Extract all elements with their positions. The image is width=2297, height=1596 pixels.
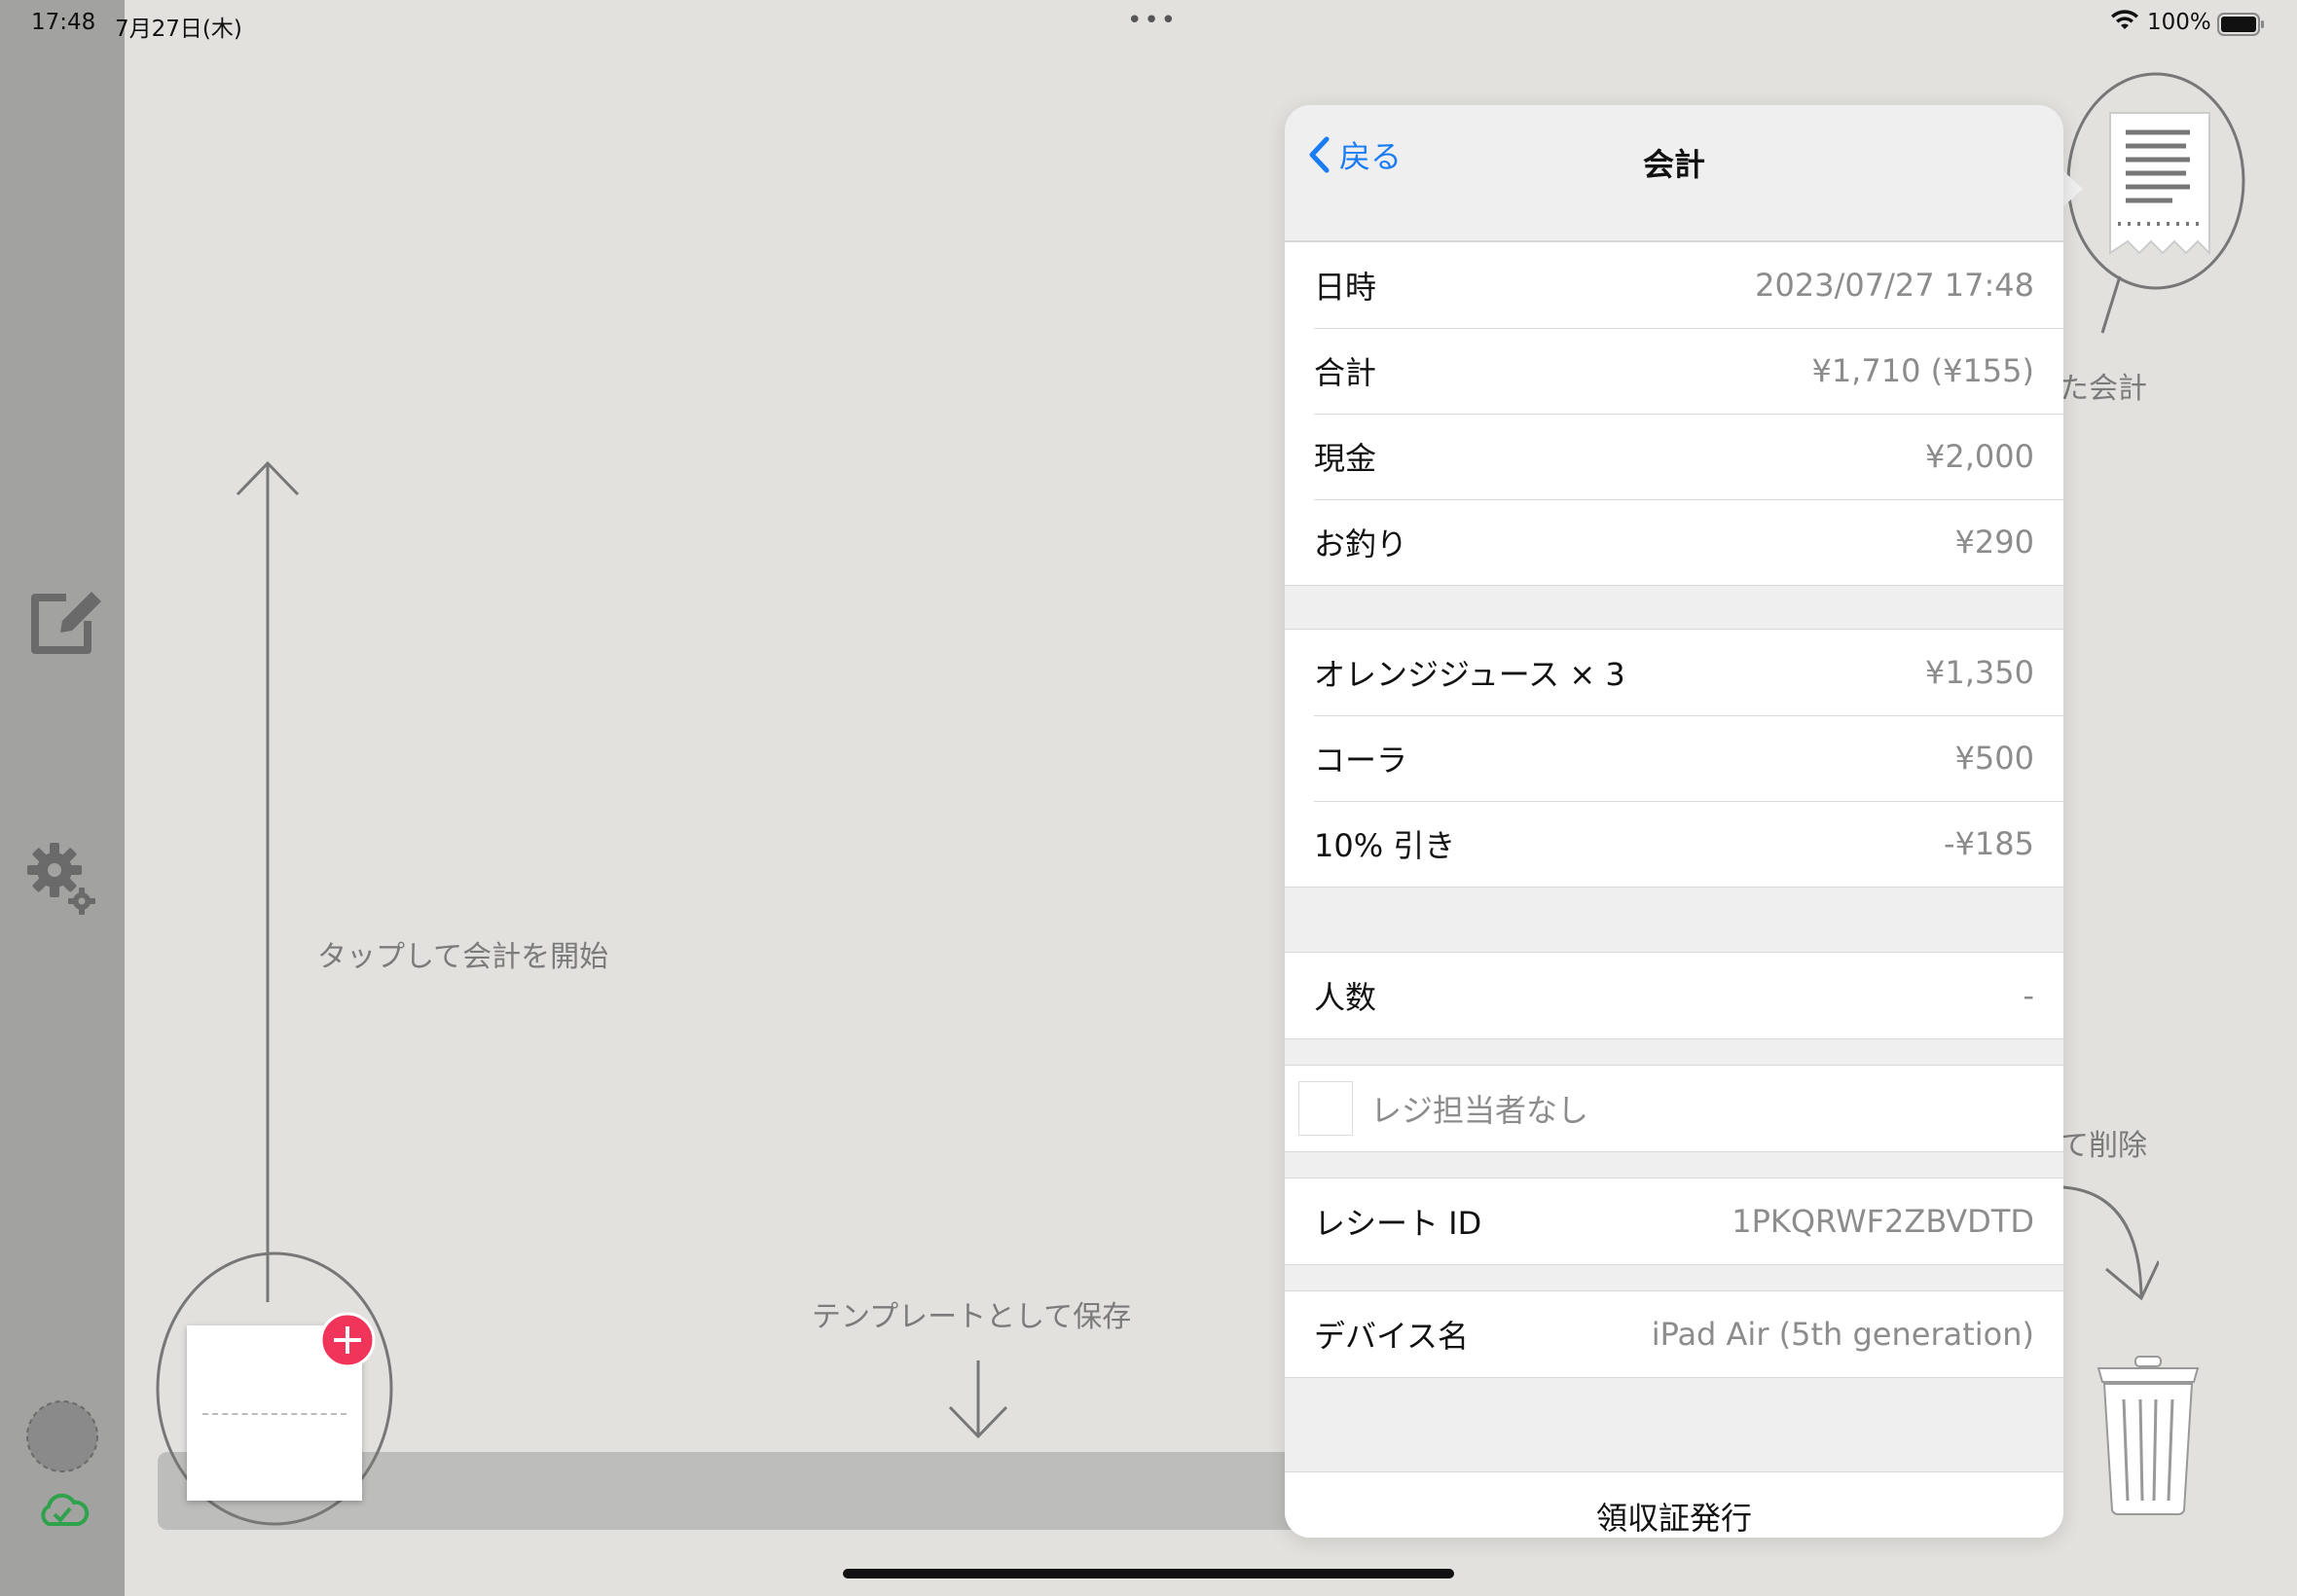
list-item: 10% 引き -¥185 — [1285, 801, 2063, 887]
delete-guide-arrow — [2061, 1183, 2161, 1306]
row-value: ¥1,710 (¥155) — [1811, 352, 2034, 389]
battery-percent: 100% — [2147, 10, 2211, 35]
down-arrow-icon — [946, 1359, 1010, 1444]
popover-title: 会計 — [1642, 146, 1705, 183]
row-value: 1PKQRWF2ZBVDTD — [1732, 1203, 2034, 1240]
hint-saved-checkout: た会計 — [2060, 372, 2147, 406]
checkout-detail-popover: 戻る 会計 日時 2023/07/27 17:48 合計 ¥1,710 (¥15… — [1285, 105, 2063, 1538]
start-guide-arrow — [234, 459, 302, 1310]
edit-icon[interactable] — [27, 588, 105, 662]
status-date: 7月27日(木) — [115, 17, 242, 42]
multitasking-dots[interactable]: ••• — [1127, 6, 1178, 35]
row-cash: 現金 ¥2,000 — [1285, 414, 2063, 499]
items-group: オレンジジュース × 3 ¥1,350 コーラ ¥500 10% 引き -¥18… — [1285, 629, 2063, 888]
device-group: デバイス名 iPad Air (5th generation) — [1285, 1290, 2063, 1378]
item-label: コーラ — [1314, 742, 1408, 779]
row-value: iPad Air (5th generation) — [1651, 1316, 2034, 1353]
receipt-history-icon[interactable] — [2063, 72, 2248, 339]
popover-arrow — [2061, 169, 2083, 208]
cashier-avatar — [1298, 1081, 1353, 1136]
row-value: ¥2,000 — [1925, 438, 2034, 475]
row-label: 日時 — [1314, 269, 1377, 306]
row-value: ¥290 — [1954, 524, 2034, 561]
row-label: 人数 — [1314, 979, 1377, 1016]
sidebar — [0, 0, 125, 1596]
row-value: 2023/07/27 17:48 — [1755, 267, 2034, 304]
issue-receipt-button[interactable]: 領収証発行 — [1285, 1471, 2063, 1538]
item-label: 10% 引き — [1314, 827, 1456, 864]
people-group: 人数 - — [1285, 952, 2063, 1039]
home-indicator[interactable] — [843, 1569, 1454, 1578]
card-divider — [202, 1413, 346, 1415]
item-value: -¥185 — [1944, 825, 2034, 862]
list-item: オレンジジュース × 3 ¥1,350 — [1285, 630, 2063, 715]
trash-icon[interactable] — [2095, 1355, 2202, 1520]
row-receipt-id: レシート ID 1PKQRWF2ZBVDTD — [1285, 1179, 2063, 1264]
receipt-id-group: レシート ID 1PKQRWF2ZBVDTD — [1285, 1178, 2063, 1265]
cloud-sync-icon — [35, 1491, 90, 1534]
summary-group: 日時 2023/07/27 17:48 合計 ¥1,710 (¥155) 現金 … — [1285, 241, 2063, 586]
row-label: デバイス名 — [1314, 1318, 1470, 1355]
hint-save-template: テンプレートとして保存 — [812, 1300, 1132, 1334]
battery-icon — [2217, 13, 2266, 42]
staff-group: レジ担当者なし — [1285, 1065, 2063, 1152]
wifi-icon — [2110, 8, 2139, 37]
row-label: レシート ID — [1314, 1205, 1482, 1242]
item-value: ¥1,350 — [1925, 654, 2034, 691]
profile-placeholder-icon[interactable] — [25, 1399, 99, 1477]
row-people[interactable]: 人数 - — [1285, 953, 2063, 1038]
item-label: オレンジジュース × 3 — [1314, 656, 1625, 693]
row-device: デバイス名 iPad Air (5th generation) — [1285, 1291, 2063, 1377]
hint-tap-to-start: タップして会計を開始 — [317, 940, 609, 974]
row-total: 合計 ¥1,710 (¥155) — [1285, 328, 2063, 414]
row-label: 現金 — [1314, 440, 1377, 477]
row-label: 合計 — [1314, 354, 1377, 391]
row-datetime: 日時 2023/07/27 17:48 — [1285, 242, 2063, 328]
row-change: お釣り ¥290 — [1285, 499, 2063, 585]
status-bar: 17:48 7月27日(木) ••• 100% — [0, 0, 2297, 49]
hint-drag-delete: て削除 — [2060, 1129, 2147, 1163]
settings-gear-icon[interactable] — [25, 841, 99, 923]
popover-nav-bar: 戻る 会計 — [1285, 105, 2063, 241]
item-value: ¥500 — [1954, 740, 2034, 777]
status-time: 17:48 — [31, 10, 96, 35]
row-value: - — [2023, 977, 2034, 1014]
list-item: コーラ ¥500 — [1285, 715, 2063, 801]
row-label: お釣り — [1314, 526, 1408, 562]
add-icon[interactable] — [319, 1312, 376, 1372]
row-value: レジ担当者なし — [1370, 1092, 1589, 1129]
row-cashier[interactable]: レジ担当者なし — [1285, 1066, 2063, 1151]
